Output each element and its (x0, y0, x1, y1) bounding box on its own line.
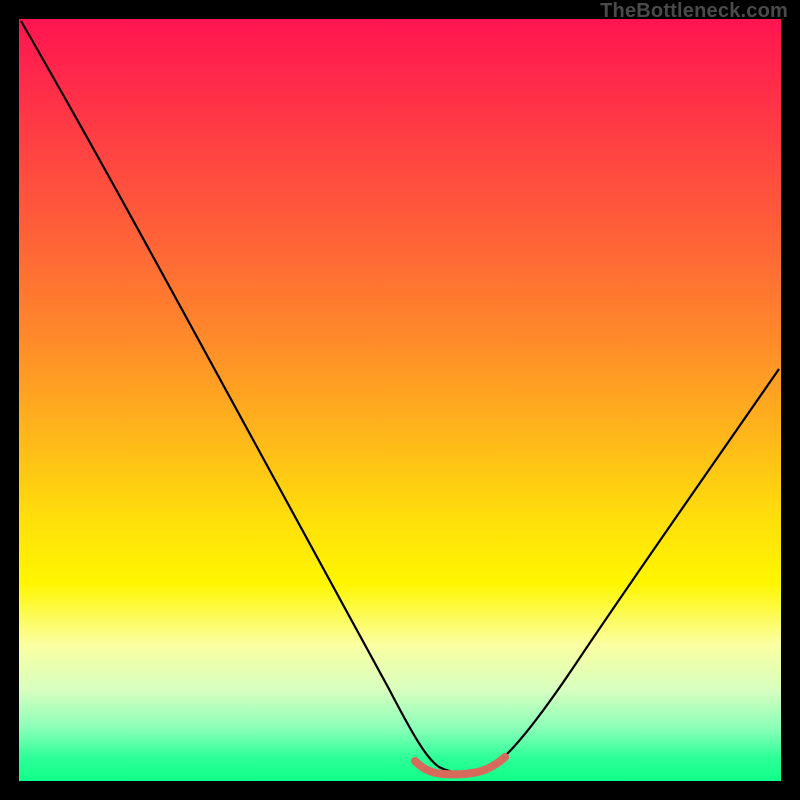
plot-svg (19, 19, 781, 781)
flat-bottom-highlight (415, 757, 505, 774)
watermark: TheBottleneck.com (600, 0, 788, 23)
chart-frame: TheBottleneck.com (0, 0, 800, 800)
bottleneck-curve (21, 21, 779, 773)
plot-area (19, 19, 781, 781)
